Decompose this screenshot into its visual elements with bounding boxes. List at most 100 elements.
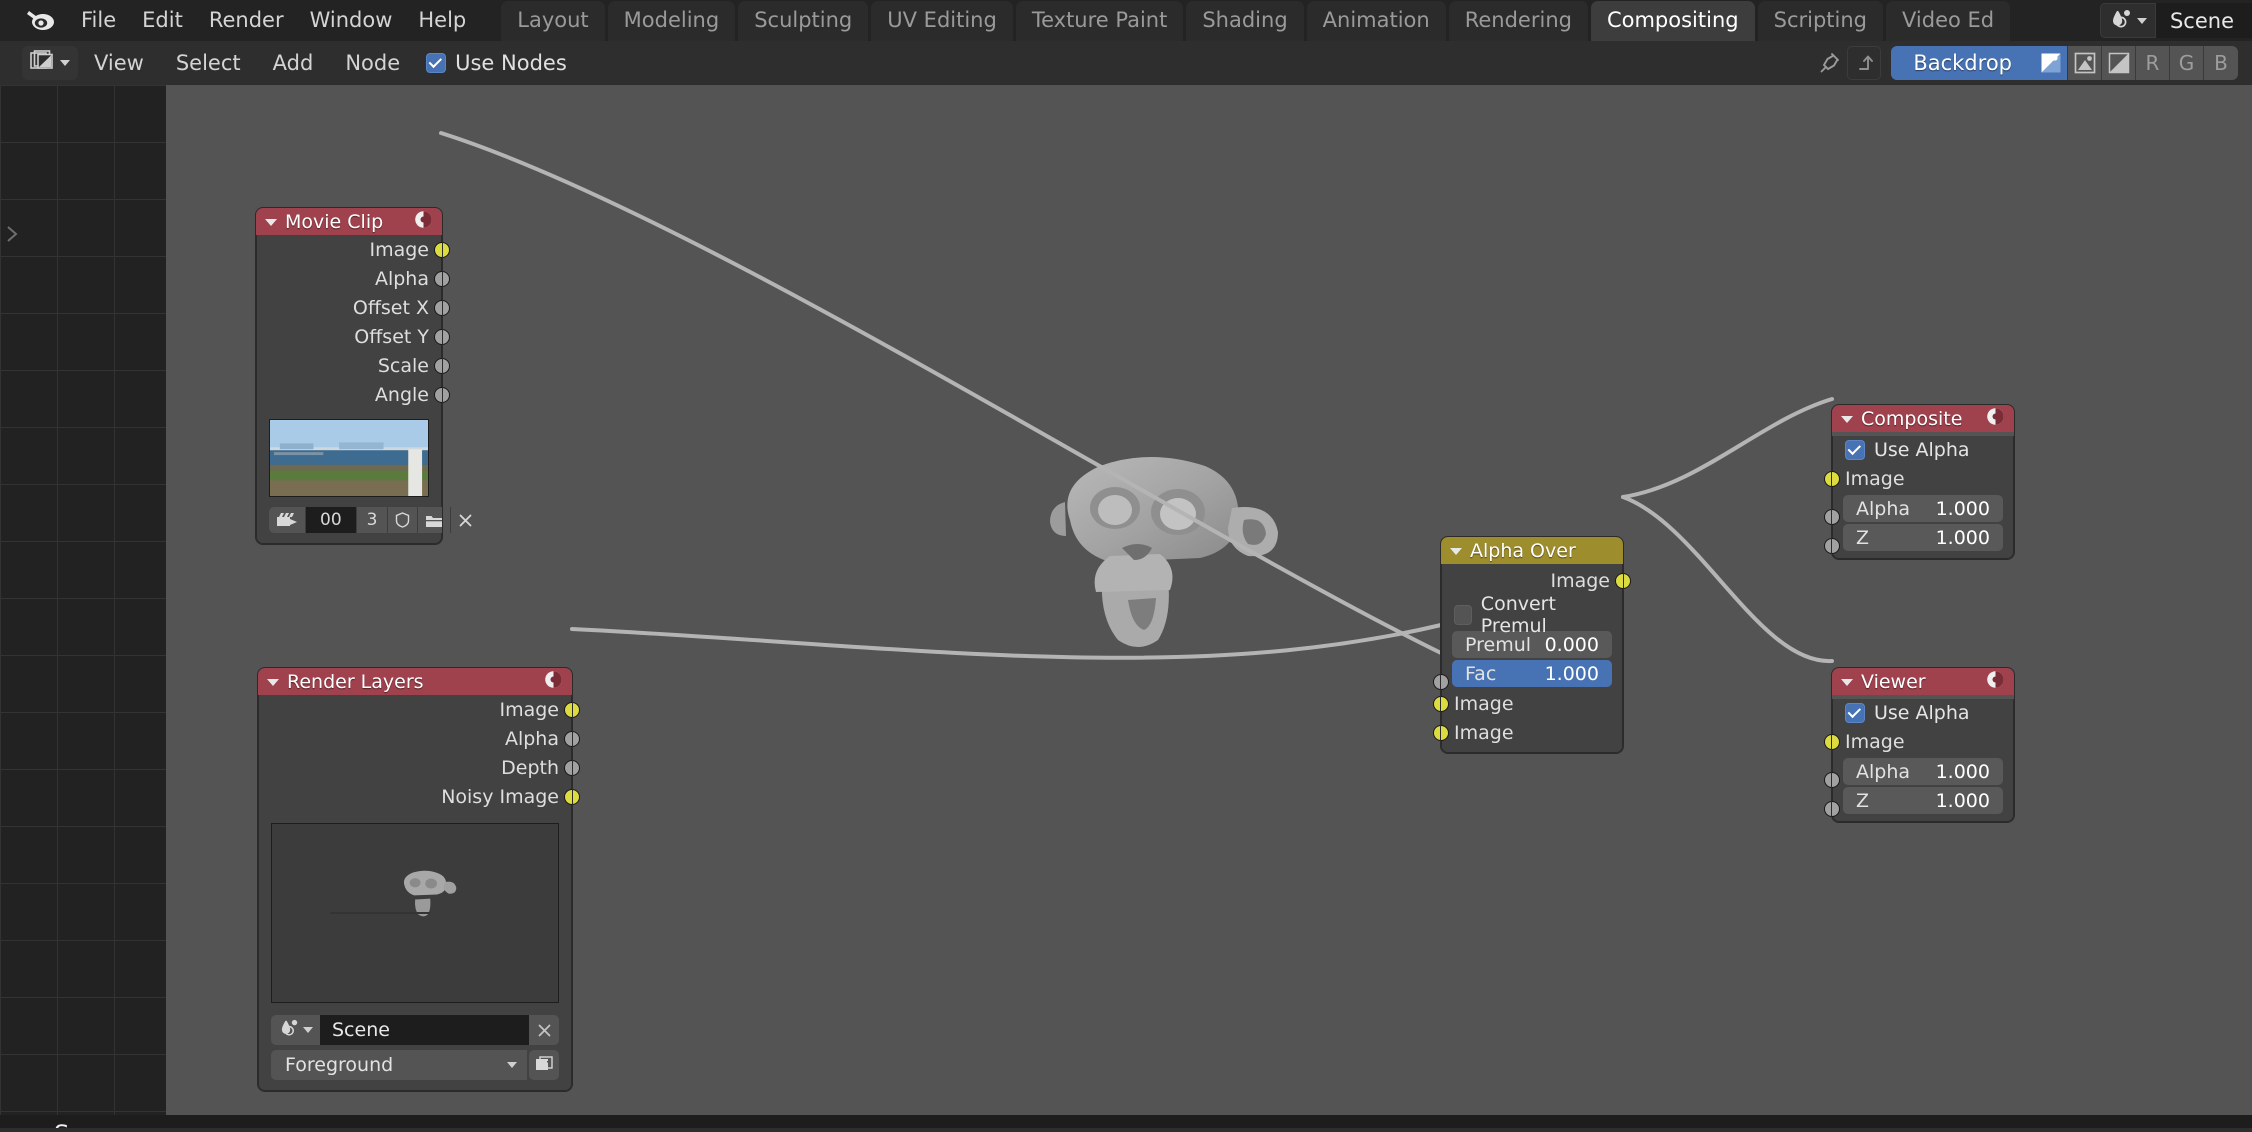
color-and-alpha-icon[interactable] [2034, 46, 2068, 80]
node-render-layers[interactable]: Render Layers Image Alpha Depth Noisy Im… [257, 667, 580, 1092]
menu-edit[interactable]: Edit [129, 6, 196, 35]
socket-alpha-out[interactable] [434, 270, 450, 287]
alpha-icon[interactable] [2102, 46, 2136, 80]
socket-z-in[interactable] [1824, 801, 1840, 817]
blue-channel-button[interactable]: B [2204, 46, 2238, 80]
socket-image-out[interactable] [434, 241, 450, 258]
input-image-2[interactable]: Image [1433, 718, 1622, 747]
tab-uv-editing[interactable]: UV Editing [871, 1, 1013, 41]
go-to-parent-icon[interactable] [1847, 46, 1882, 80]
node-composite[interactable]: Composite Use Alpha Image Alpha 1.000 Z … [1824, 404, 2015, 560]
output-noisy-image[interactable]: Noisy Image [259, 782, 580, 811]
scene-name-field[interactable]: Scene [2155, 3, 2252, 38]
output-alpha[interactable]: Alpha [259, 724, 580, 753]
use-alpha-toggle[interactable]: Use Alpha [1833, 436, 2013, 464]
socket-image-out[interactable] [564, 701, 580, 718]
collapse-triangle-icon[interactable] [1450, 548, 1462, 555]
use-alpha-toggle[interactable]: Use Alpha [1833, 699, 2013, 727]
blender-logo-icon[interactable] [22, 6, 58, 36]
scene-browse-button[interactable] [271, 1015, 320, 1045]
socket-alpha-in[interactable] [1824, 509, 1840, 525]
pin-icon[interactable] [1813, 46, 1847, 80]
output-angle[interactable]: Angle [257, 380, 450, 409]
composite-node-header[interactable]: Composite [1832, 405, 2014, 432]
alpha-field[interactable]: Alpha 1.000 [1843, 495, 2003, 522]
tab-rendering[interactable]: Rendering [1448, 1, 1588, 41]
movie-clip-name-field[interactable]: 00 [306, 507, 357, 533]
node-editor-canvas[interactable]: Movie Clip Image Alpha Offset X Offset Y… [0, 85, 2252, 1132]
socket-image-in[interactable] [1824, 470, 1840, 487]
socket-image-in-1[interactable] [1433, 695, 1449, 712]
output-depth[interactable]: Depth [259, 753, 580, 782]
socket-fac-in[interactable] [1433, 674, 1449, 690]
color-icon[interactable] [2068, 46, 2102, 80]
use-alpha-checkbox[interactable] [1845, 703, 1865, 723]
convert-premul-checkbox[interactable] [1454, 605, 1472, 625]
tab-texture-paint[interactable]: Texture Paint [1015, 1, 1184, 41]
use-nodes-toggle[interactable]: Use Nodes [426, 51, 567, 75]
tab-shading[interactable]: Shading [1186, 1, 1304, 41]
use-alpha-checkbox[interactable] [1845, 440, 1865, 460]
menu-file[interactable]: File [68, 6, 129, 35]
render-layer-icon[interactable] [529, 1050, 559, 1080]
output-image[interactable]: Image [257, 235, 450, 264]
alpha-field[interactable]: Alpha 1.000 [1843, 758, 2003, 785]
toolbar-menu-add[interactable]: Add [257, 51, 330, 75]
socket-offset-x-out[interactable] [434, 299, 450, 316]
node-alpha-over[interactable]: Alpha Over Image Convert Premul Premul 0… [1433, 536, 1631, 754]
input-image-1[interactable]: Image [1433, 689, 1622, 718]
use-nodes-checkbox[interactable] [426, 53, 447, 73]
render-layers-node-header[interactable]: Render Layers [258, 668, 572, 695]
collapse-triangle-icon[interactable] [1841, 416, 1853, 423]
collapse-triangle-icon[interactable] [265, 219, 277, 226]
fac-slider[interactable]: Fac 1.000 [1452, 660, 1612, 687]
tab-sculpting[interactable]: Sculpting [738, 1, 869, 41]
socket-image-in[interactable] [1824, 733, 1840, 750]
editor-type-button[interactable] [22, 46, 78, 80]
chevron-right-icon[interactable] [0, 217, 24, 251]
tab-compositing[interactable]: Compositing [1590, 1, 1755, 41]
movie-clip-node-header[interactable]: Movie Clip [256, 208, 442, 235]
socket-offset-y-out[interactable] [434, 328, 450, 345]
collapse-triangle-icon[interactable] [267, 679, 279, 686]
menu-render[interactable]: Render [196, 6, 297, 35]
node-viewer[interactable]: Viewer Use Alpha Image Alpha 1.000 Z 1.0… [1824, 667, 2015, 823]
tab-video-editing[interactable]: Video Ed [1886, 1, 2011, 41]
socket-alpha-out[interactable] [564, 730, 580, 747]
shield-icon[interactable] [388, 507, 419, 533]
movie-clip-users-count[interactable]: 3 [356, 507, 389, 533]
x-icon[interactable] [529, 1015, 559, 1045]
input-image[interactable]: Image [1824, 464, 2013, 493]
tab-animation[interactable]: Animation [1306, 1, 1446, 41]
tab-layout[interactable]: Layout [501, 1, 605, 41]
backdrop-toggle-button[interactable]: Backdrop [1891, 46, 2034, 80]
folder-icon[interactable] [418, 507, 452, 533]
red-channel-button[interactable]: R [2136, 46, 2170, 80]
socket-angle-out[interactable] [434, 386, 450, 403]
output-offset-x[interactable]: Offset X [257, 293, 450, 322]
tab-scripting[interactable]: Scripting [1757, 1, 1883, 41]
z-field[interactable]: Z 1.000 [1843, 524, 2003, 551]
toolbar-menu-node[interactable]: Node [329, 51, 416, 75]
tab-modeling[interactable]: Modeling [607, 1, 736, 41]
socket-scale-out[interactable] [434, 357, 450, 374]
toolbar-menu-select[interactable]: Select [160, 51, 257, 75]
socket-image-out[interactable] [1615, 572, 1631, 589]
output-alpha[interactable]: Alpha [257, 264, 450, 293]
convert-premul-toggle[interactable]: Convert Premul [1442, 593, 1622, 637]
menu-window[interactable]: Window [297, 6, 406, 35]
socket-noisy-image-out[interactable] [564, 788, 580, 805]
socket-image-in-2[interactable] [1433, 724, 1449, 741]
green-channel-button[interactable]: G [2170, 46, 2204, 80]
output-image[interactable]: Image [1442, 564, 1631, 597]
layer-dropdown[interactable]: Foreground [271, 1050, 527, 1080]
alpha-over-node-header[interactable]: Alpha Over [1441, 537, 1623, 564]
collapse-triangle-icon[interactable] [1841, 679, 1853, 686]
output-offset-y[interactable]: Offset Y [257, 322, 450, 351]
movie-clip-browse-icon[interactable] [269, 507, 306, 533]
output-image[interactable]: Image [259, 695, 580, 724]
x-icon[interactable] [451, 507, 481, 533]
scene-browse-button[interactable] [2099, 3, 2156, 38]
scene-name-field[interactable]: Scene [320, 1015, 529, 1045]
z-field[interactable]: Z 1.000 [1843, 787, 2003, 814]
